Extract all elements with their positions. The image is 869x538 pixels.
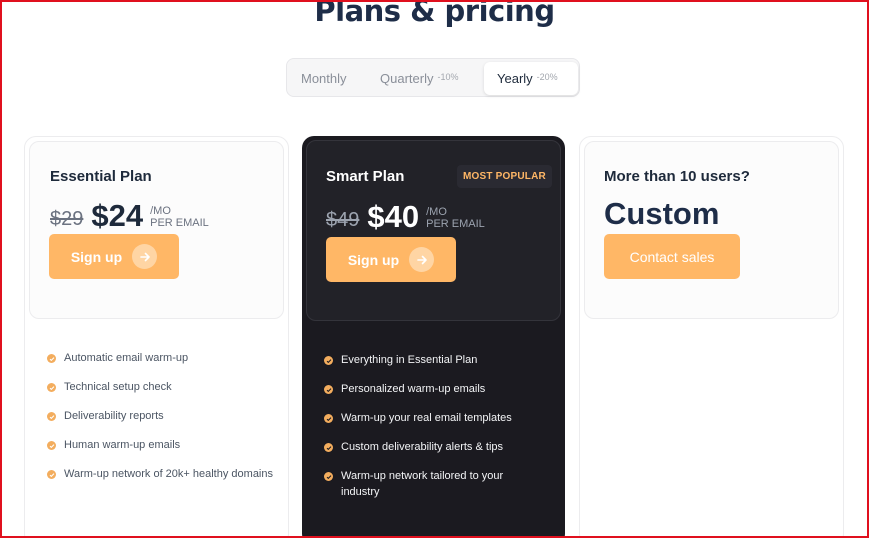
plan-header-custom: More than 10 users? Custom Contact sales — [584, 141, 839, 319]
feature-item: Warm-up your real email templates — [324, 410, 544, 426]
feature-item: Personalized warm-up emails — [324, 381, 544, 397]
contact-sales-button[interactable]: Contact sales — [604, 234, 740, 279]
plan-name: Essential Plan — [50, 168, 152, 185]
feature-text: Warm-up network of 20k+ healthy domains — [64, 468, 273, 480]
current-price: $40 — [367, 199, 420, 234]
plan-card-custom: More than 10 users? Custom Contact sales — [579, 136, 844, 538]
feature-text: Deliverability reports — [64, 410, 164, 422]
discount-label: -20% — [536, 71, 558, 82]
plan-name: Smart Plan — [326, 168, 405, 185]
price-unit: /MO PER EMAIL — [150, 205, 209, 229]
feature-list: Automatic email warm-up Technical setup … — [47, 350, 277, 495]
price-unit-line2: PER EMAIL — [426, 218, 485, 230]
feature-item: Deliverability reports — [47, 408, 277, 424]
arrow-right-icon — [132, 244, 158, 269]
billing-option-yearly[interactable]: Yearly -20% — [484, 62, 578, 95]
plan-header-smart: Smart Plan MOST POPULAR $49 $40 /MO PER … — [306, 140, 561, 321]
check-circle-icon — [47, 383, 56, 392]
check-circle-icon — [47, 441, 56, 450]
custom-price: Custom — [604, 196, 720, 231]
feature-item: Human warm-up emails — [47, 437, 277, 453]
sign-up-button[interactable]: Sign up — [326, 237, 456, 282]
check-circle-icon — [324, 356, 333, 365]
sign-up-button[interactable]: Sign up — [49, 234, 179, 279]
price-unit: /MO PER EMAIL — [426, 206, 485, 230]
feature-text: Warm-up your real email templates — [341, 412, 512, 424]
price-unit-line2: PER EMAIL — [150, 217, 209, 229]
page-title: Plans & pricing — [314, 0, 555, 28]
plan-card-essential: Essential Plan $29 $24 /MO PER EMAIL Sig… — [24, 136, 289, 538]
feature-item: Automatic email warm-up — [47, 350, 277, 366]
billing-period-toggle: Monthly Quarterly -10% Yearly -20% — [286, 58, 580, 97]
price-row: $49 $40 /MO PER EMAIL — [326, 199, 485, 235]
old-price: $49 — [326, 209, 360, 231]
feature-text: Personalized warm-up emails — [341, 383, 486, 395]
feature-text: Automatic email warm-up — [64, 352, 189, 364]
price-unit-line1: /MO — [150, 205, 171, 217]
feature-item: Everything in Essential Plan — [324, 352, 544, 368]
current-price: $24 — [91, 198, 144, 233]
feature-item: Technical setup check — [47, 379, 277, 395]
feature-item: Custom deliverability alerts & tips — [324, 439, 544, 455]
feature-list: Everything in Essential Plan Personalize… — [324, 352, 544, 513]
button-label: Sign up — [347, 251, 400, 268]
most-popular-badge: MOST POPULAR — [457, 165, 552, 188]
plan-name: More than 10 users? — [604, 168, 750, 185]
price-unit-line1: /MO — [426, 206, 447, 218]
feature-item: Warm-up network tailored to your industr… — [324, 468, 544, 500]
billing-option-quarterly[interactable]: Quarterly -10% — [380, 63, 458, 94]
discount-label: -10% — [437, 71, 459, 82]
check-circle-icon — [324, 385, 333, 394]
feature-item: Warm-up network of 20k+ healthy domains — [47, 466, 277, 482]
button-label: Sign up — [70, 248, 123, 265]
check-circle-icon — [47, 412, 56, 421]
billing-option-label: Monthly — [301, 71, 347, 86]
feature-text: Custom deliverability alerts & tips — [341, 441, 504, 453]
billing-option-label: Yearly — [497, 71, 533, 86]
feature-text: Human warm-up emails — [64, 439, 181, 451]
check-circle-icon — [324, 414, 333, 423]
check-circle-icon — [324, 472, 333, 481]
billing-option-label: Quarterly — [380, 71, 434, 86]
feature-text: Warm-up network tailored to your industr… — [341, 470, 504, 498]
arrow-right-icon — [409, 247, 435, 272]
old-price: $29 — [50, 208, 84, 230]
check-circle-icon — [47, 354, 56, 363]
plan-card-smart: Smart Plan MOST POPULAR $49 $40 /MO PER … — [302, 136, 565, 538]
price-row: $29 $24 /MO PER EMAIL — [50, 198, 209, 234]
plan-header-essential: Essential Plan $29 $24 /MO PER EMAIL Sig… — [29, 141, 284, 319]
billing-option-monthly[interactable]: Monthly — [301, 63, 347, 94]
check-circle-icon — [324, 443, 333, 452]
check-circle-icon — [47, 470, 56, 479]
feature-text: Technical setup check — [64, 381, 172, 393]
feature-text: Everything in Essential Plan — [341, 354, 478, 366]
